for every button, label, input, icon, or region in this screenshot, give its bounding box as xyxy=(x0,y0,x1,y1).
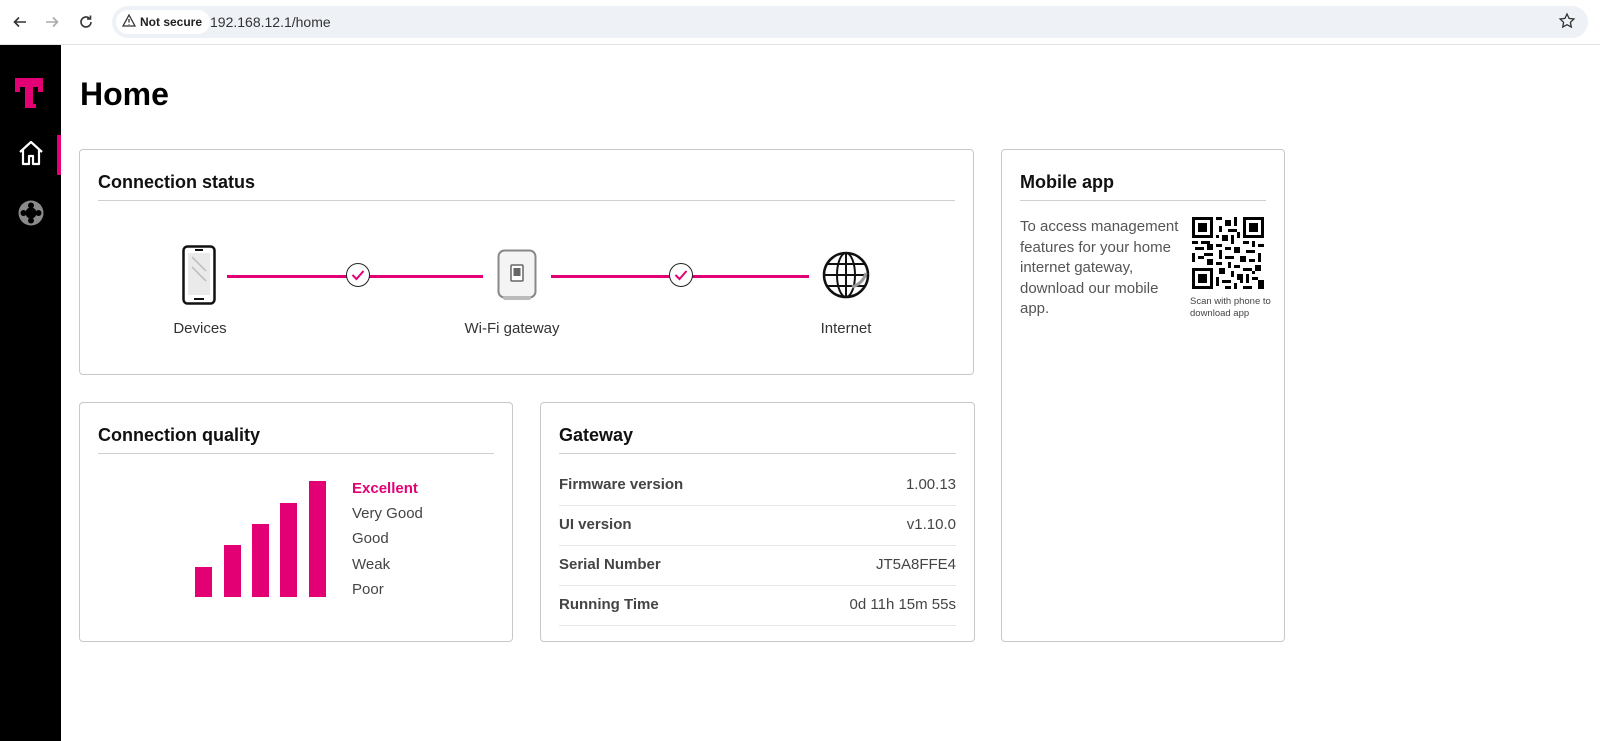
info-key: Firmware version xyxy=(559,476,684,493)
t-mobile-logo-icon[interactable] xyxy=(14,73,44,114)
card-title: Gateway xyxy=(559,425,634,445)
globe-icon xyxy=(822,251,870,304)
sidebar xyxy=(0,45,61,741)
forward-button[interactable] xyxy=(38,8,66,36)
divider xyxy=(1020,200,1266,201)
reload-button[interactable] xyxy=(72,8,100,36)
signal-bar-4 xyxy=(280,503,297,597)
back-button[interactable] xyxy=(6,8,34,36)
warning-icon xyxy=(121,13,137,30)
info-key: Running Time xyxy=(559,596,659,613)
info-key: Serial Number xyxy=(559,556,661,573)
quality-level-good: Good xyxy=(352,530,389,547)
signal-bar-5 xyxy=(309,481,326,597)
info-value: 1.00.13 xyxy=(905,476,956,493)
qr-code-icon xyxy=(1192,217,1264,294)
qr-caption: Scan with phone to download app xyxy=(1190,296,1271,319)
check-icon xyxy=(669,263,693,287)
node-label-gateway: Wi-Fi gateway xyxy=(464,320,560,337)
connection-status-card: Connection status Devices Wi-Fi gateway xyxy=(79,149,974,375)
bookmark-star-icon[interactable] xyxy=(1558,12,1576,35)
signal-bar-2 xyxy=(224,545,241,597)
not-secure-chip[interactable]: Not secure xyxy=(116,10,211,34)
info-value: JT5A8FFE4 xyxy=(875,556,956,573)
mobile-app-description: To access management features for your h… xyxy=(1020,218,1179,317)
info-key: UI version xyxy=(559,516,632,533)
quality-level-weak: Weak xyxy=(352,556,391,573)
signal-bar-3 xyxy=(252,524,269,597)
divider xyxy=(559,453,956,454)
divider xyxy=(98,453,494,454)
page-title: Home xyxy=(80,76,169,112)
node-label-devices: Devices xyxy=(173,320,227,337)
quality-level-very-good: Very Good xyxy=(352,505,423,522)
info-row-running-time: Running Time 0d 11h 15m 55s xyxy=(559,585,956,626)
card-title: Connection status xyxy=(98,172,256,192)
quality-level-excellent: Excellent xyxy=(352,480,418,497)
address-bar[interactable]: Not secure 192.168.12.1/home xyxy=(112,6,1588,38)
quality-level-poor: Poor xyxy=(352,581,384,598)
lifebuoy-icon xyxy=(16,198,46,233)
gateway-icon[interactable] xyxy=(497,249,537,306)
security-label: Not secure xyxy=(140,15,203,29)
info-value: 0d 11h 15m 55s xyxy=(849,596,956,613)
info-row-ui-version: UI version v1.10.0 xyxy=(559,505,956,546)
home-icon xyxy=(17,139,45,172)
url-text[interactable]: 192.168.12.1/home xyxy=(210,14,331,30)
gateway-card: Gateway Firmware version 1.00.13 UI vers… xyxy=(540,402,975,642)
mobile-app-card: Mobile app To access management features… xyxy=(1001,149,1285,642)
connection-quality-card: Connection quality Excellent Very Good G… xyxy=(79,402,513,642)
card-title: Mobile app xyxy=(1020,172,1114,192)
phone-icon xyxy=(182,245,216,310)
divider xyxy=(98,200,955,201)
signal-bar-1 xyxy=(195,567,212,597)
sidebar-item-home[interactable] xyxy=(0,135,61,175)
node-label-internet: Internet xyxy=(820,320,872,337)
sidebar-item-support[interactable] xyxy=(0,195,61,235)
check-icon xyxy=(346,263,370,287)
info-row-serial-number: Serial Number JT5A8FFE4 xyxy=(559,545,956,586)
info-value: v1.10.0 xyxy=(906,516,956,533)
card-title: Connection quality xyxy=(98,425,260,445)
browser-toolbar: Not secure 192.168.12.1/home xyxy=(0,0,1600,45)
info-row-firmware: Firmware version 1.00.13 xyxy=(559,465,956,506)
